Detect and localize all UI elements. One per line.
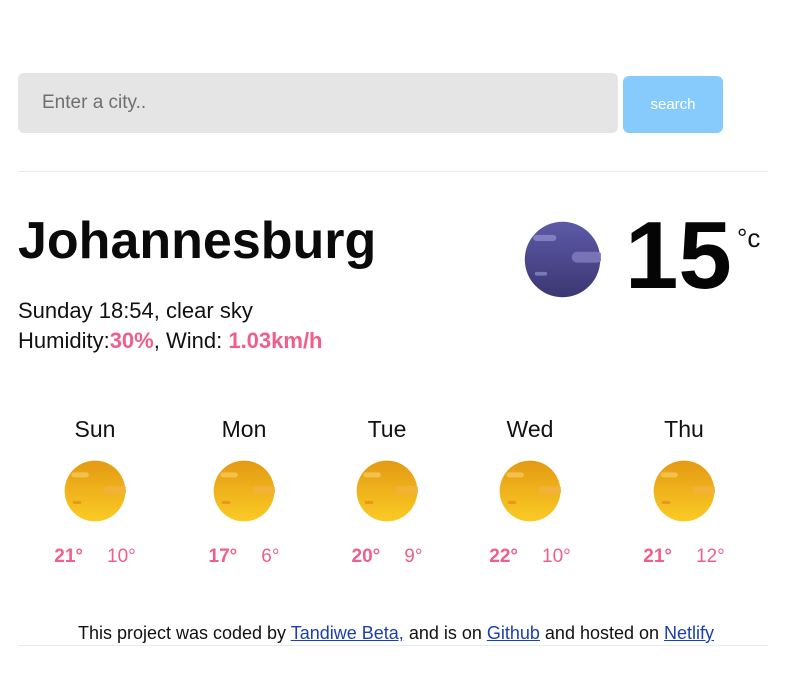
- forecast-temps: 17° 6°: [184, 544, 304, 570]
- weather-details: Sunday 18:54, clear sky Humidity:30%, Wi…: [18, 296, 323, 356]
- forecast-max-temp: 22°: [489, 546, 518, 567]
- forecast-temps: 21° 12°: [624, 544, 744, 570]
- weather-description: clear sky: [166, 298, 253, 323]
- forecast-day: Tue 20° 9°: [327, 410, 447, 570]
- forecast-min-temp: 10°: [107, 546, 136, 567]
- humidity-label: Humidity:: [18, 328, 110, 353]
- temperature-unit: °c: [737, 223, 761, 253]
- forecast-max-temp: 20°: [351, 546, 381, 567]
- sun-clear-icon: [653, 460, 715, 522]
- forecast-day-name: Wed: [506, 416, 554, 442]
- forecast-day-name: Mon: [221, 416, 267, 442]
- forecast-min-temp: 12°: [696, 546, 725, 567]
- sun-clear-icon: [356, 460, 418, 522]
- forecast-temps: 20° 9°: [327, 544, 447, 570]
- forecast-day-name: Sun: [74, 416, 116, 442]
- forecast-min-temp: 6°: [261, 546, 280, 567]
- humidity-wind-line: Humidity:30%, Wind: 1.03km/h: [18, 328, 323, 353]
- sun-clear-icon: [213, 460, 275, 522]
- forecast-min-temp: 10°: [542, 546, 571, 567]
- forecast-day: Thu 21° 12°: [624, 410, 744, 570]
- datetime-line: Sunday 18:54, clear sky: [18, 298, 253, 323]
- forecast-max-temp: 21°: [54, 546, 83, 567]
- search-button[interactable]: search: [623, 76, 723, 133]
- city-name: Johannesburg: [18, 212, 377, 270]
- forecast-day: Sun 21° 10°: [35, 410, 155, 570]
- forecast-max-temp: 21°: [643, 546, 672, 567]
- forecast-day: Wed 22° 10°: [470, 410, 590, 570]
- footer-text: and is on: [403, 623, 487, 643]
- datetime: Sunday 18:54: [18, 298, 154, 323]
- github-link[interactable]: Github: [487, 623, 540, 643]
- forecast-max-temp: 17°: [208, 546, 238, 567]
- humidity-value: 30%: [109, 328, 154, 353]
- top-divider: [18, 171, 768, 172]
- wind-label: Wind:: [165, 328, 229, 353]
- footer-text: and hosted on: [539, 623, 665, 643]
- current-temperature: 15: [625, 202, 732, 309]
- wind-value: 1.03km/h: [228, 328, 323, 353]
- forecast-day: Mon 17° 6°: [184, 410, 304, 570]
- footer: This project was coded by Tandiwe Beta, …: [0, 620, 792, 646]
- city-search-input[interactable]: [18, 73, 618, 133]
- footer-text: This project was coded by: [77, 623, 291, 643]
- netlify-link[interactable]: Netlify: [664, 623, 714, 643]
- forecast-temps: 22° 10°: [470, 544, 590, 570]
- moon-clear-night-icon: [524, 221, 601, 298]
- sun-clear-icon: [499, 460, 561, 522]
- forecast-day-name: Thu: [664, 416, 704, 442]
- forecast-min-temp: 9°: [404, 546, 423, 567]
- forecast-temps: 21° 10°: [35, 544, 155, 570]
- forecast-day-name: Tue: [367, 416, 407, 442]
- sun-clear-icon: [64, 460, 126, 522]
- author-link[interactable]: Tandiwe Beta,: [291, 623, 404, 643]
